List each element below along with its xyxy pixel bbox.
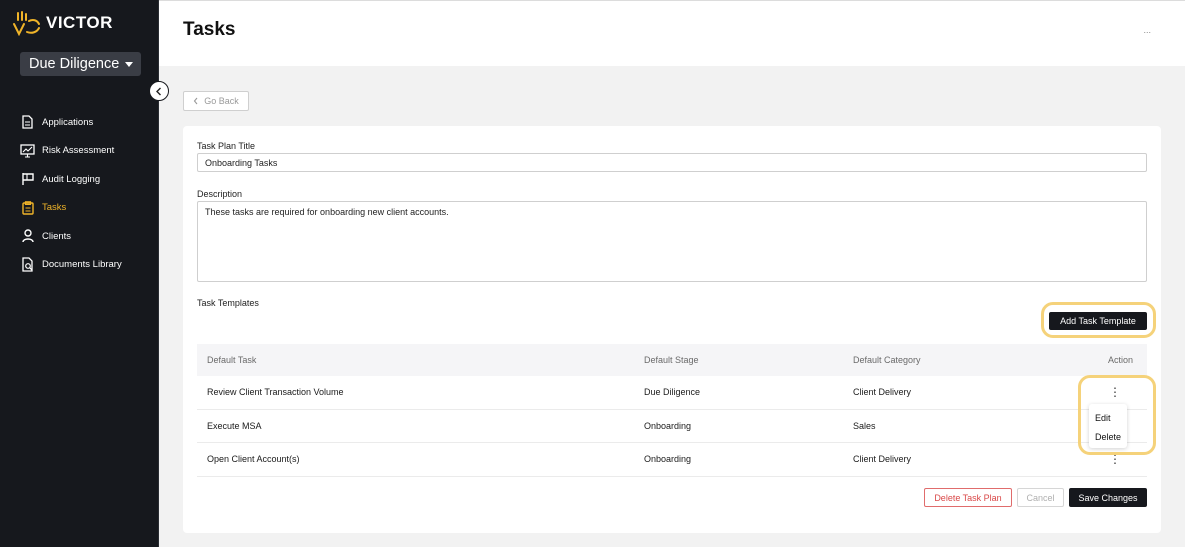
task-plan-card: Task Plan Title Onboarding Tasks Descrip…: [183, 126, 1161, 533]
brand-name: VICTOR: [46, 13, 113, 32]
task-templates-table: Default Task Default Stage Default Categ…: [197, 344, 1147, 477]
category-cell: Sales: [853, 420, 876, 431]
page-title: Tasks: [183, 19, 236, 40]
column-header: Default Task: [207, 355, 257, 365]
sidebar-item-label: Tasks: [42, 202, 67, 214]
sidebar-item-label: Risk Assessment: [42, 145, 115, 157]
go-back-button[interactable]: Go Back: [183, 91, 249, 111]
save-changes-button[interactable]: Save Changes: [1069, 488, 1147, 507]
table-header: Default Task Default Stage Default Categ…: [197, 344, 1147, 376]
victor-logo-icon: [13, 11, 40, 36]
description-textarea[interactable]: These tasks are required for onboarding …: [197, 201, 1147, 282]
clipboard-icon: [20, 200, 35, 215]
sidebar-item-applications[interactable]: Applications: [20, 108, 122, 137]
edit-menu-item[interactable]: Edit: [1089, 408, 1127, 427]
document-icon: [20, 115, 35, 130]
go-back-label: Go Back: [204, 96, 239, 106]
sidebar-item-risk-assessment[interactable]: Risk Assessment: [20, 137, 122, 166]
task-plan-title-input[interactable]: Onboarding Tasks: [197, 153, 1147, 172]
flag-icon: [20, 172, 35, 187]
stage-cell: Onboarding: [644, 454, 692, 465]
sidebar: VICTOR Due Diligence Applications Risk A…: [0, 0, 159, 547]
sidebar-item-tasks[interactable]: Tasks: [20, 194, 122, 223]
sidebar-item-clients[interactable]: Clients: [20, 222, 122, 251]
sidebar-item-label: Documents Library: [42, 259, 122, 271]
add-task-template-button[interactable]: Add Task Template: [1049, 312, 1147, 330]
module-selector[interactable]: Due Diligence: [20, 52, 141, 76]
delete-task-plan-button[interactable]: Delete Task Plan: [924, 488, 1012, 507]
column-header: Default Category: [853, 355, 921, 365]
kebab-menu-icon[interactable]: ⋮: [1109, 453, 1133, 465]
chevron-left-icon: [156, 87, 161, 95]
task-cell: Open Client Account(s): [207, 454, 300, 465]
table-row: Review Client Transaction Volume Due Dil…: [197, 376, 1147, 410]
page-header: Tasks ...: [159, 0, 1185, 66]
column-header: Default Stage: [644, 355, 699, 365]
more-options-icon[interactable]: ...: [1143, 25, 1151, 35]
sidebar-item-audit-logging[interactable]: Audit Logging: [20, 165, 122, 194]
category-cell: Client Delivery: [853, 454, 912, 465]
sidebar-item-label: Clients: [42, 230, 72, 242]
task-cell: Review Client Transaction Volume: [207, 387, 344, 398]
column-header: Action: [1107, 355, 1133, 365]
module-selector-label: Due Diligence: [29, 56, 120, 72]
task-cell: Execute MSA: [207, 420, 262, 431]
kebab-menu-icon[interactable]: ⋮: [1109, 386, 1133, 398]
description-label: Description: [197, 189, 243, 199]
chevron-left-icon: [194, 97, 198, 105]
collapse-sidebar-button[interactable]: [149, 81, 169, 101]
stage-cell: Due Diligence: [644, 387, 701, 398]
task-plan-title-value: Onboarding Tasks: [205, 158, 278, 168]
sidebar-item-documents-library[interactable]: Documents Library: [20, 251, 122, 280]
table-row: Open Client Account(s) Onboarding Client…: [197, 443, 1147, 477]
logo[interactable]: VICTOR: [12, 10, 113, 36]
table-row: Execute MSA Onboarding Sales: [197, 410, 1147, 443]
document-search-icon: [20, 257, 35, 272]
user-icon: [20, 229, 35, 244]
task-plan-title-label: Task Plan Title: [197, 141, 256, 151]
sidebar-item-label: Applications: [42, 116, 94, 128]
row-action-menu: Edit Delete: [1089, 404, 1127, 448]
description-value: These tasks are required for onboarding …: [205, 207, 449, 217]
task-templates-label: Task Templates: [197, 298, 259, 308]
sidebar-item-label: Audit Logging: [42, 173, 101, 185]
stage-cell: Onboarding: [644, 420, 692, 431]
delete-menu-item[interactable]: Delete: [1089, 427, 1127, 446]
category-cell: Client Delivery: [853, 387, 912, 398]
cancel-button[interactable]: Cancel: [1017, 488, 1064, 507]
sidebar-nav: Applications Risk Assessment Audit Loggi…: [20, 108, 122, 279]
chevron-down-icon: [125, 61, 134, 67]
presentation-chart-icon: [20, 143, 35, 158]
